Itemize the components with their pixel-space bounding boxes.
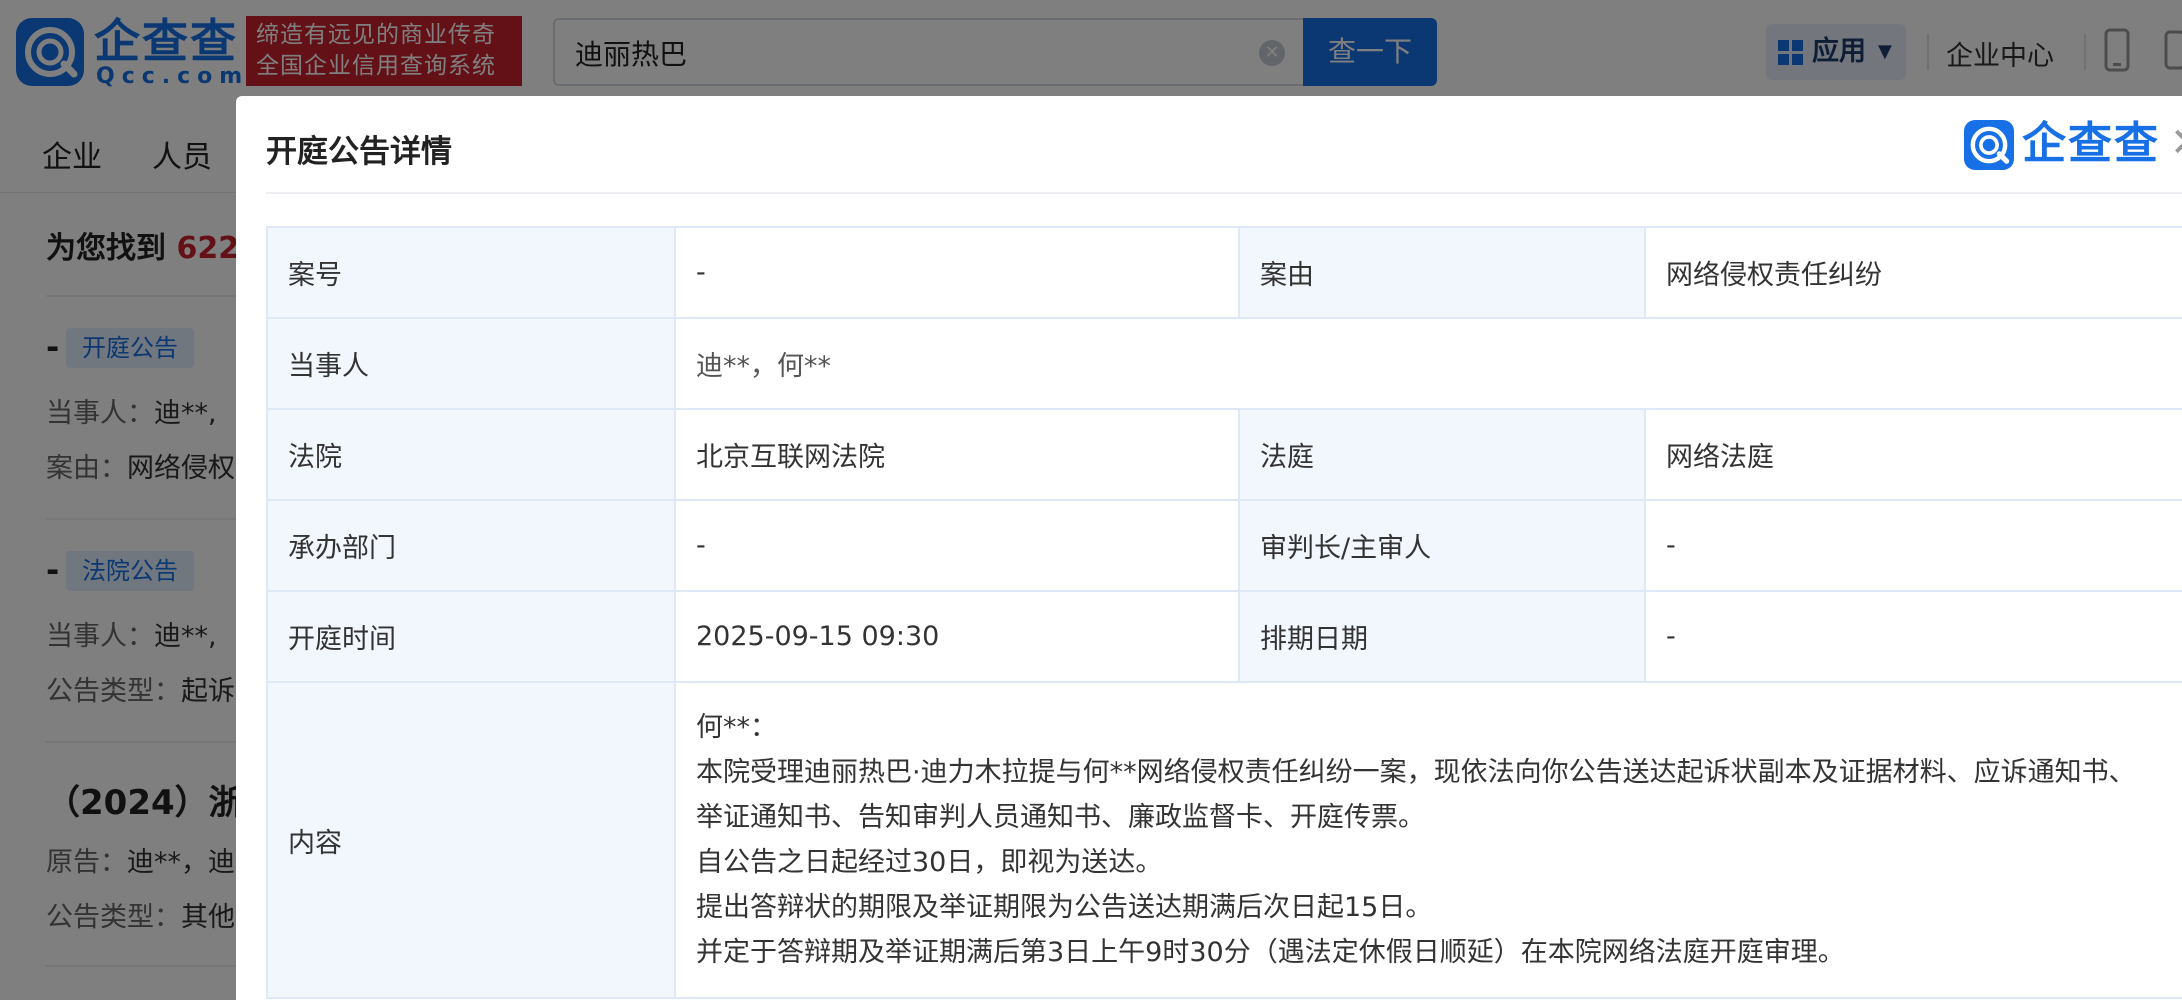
table-row: 案号 - 案由 网络侵权责任纠纷 (266, 226, 2182, 319)
table-row: 开庭时间 2025-09-15 09:30 排期日期 - (266, 590, 2182, 683)
case-no-label: 案号 (266, 226, 676, 319)
schedule-date-value: - (1644, 590, 2182, 683)
content-line: 本院受理迪丽热巴·迪力木拉提与何**网络侵权责任纠纷一案，现依法向你公告送达起诉… (696, 757, 2136, 788)
hearing-notice-modal: 开庭公告详情 企查查 ✕ 案号 - 案由 网络侵权责任纠纷 当事人 迪**，何*… (236, 96, 2182, 1000)
court-value: 北京互联网法院 (674, 408, 1240, 501)
hearing-time-value: 2025-09-15 09:30 (674, 590, 1240, 683)
cause-value: 网络侵权责任纠纷 (1644, 226, 2182, 319)
table-row: 承办部门 - 审判长/主审人 - (266, 499, 2182, 592)
case-no-value: - (674, 226, 1240, 319)
tribunal-value: 网络法庭 (1644, 408, 2182, 501)
dept-label: 承办部门 (266, 499, 676, 592)
modal-title: 开庭公告详情 (266, 134, 452, 170)
parties-value: 迪**，何** (674, 317, 2182, 410)
content-line: 提出答辩状的期限及举证期限为公告送达期满后次日起15日。 (696, 892, 1433, 923)
dept-value: - (674, 499, 1240, 592)
table-row: 当事人 迪**，何** (266, 317, 2182, 410)
tribunal-label: 法庭 (1238, 408, 1646, 501)
content-value: 何**： 本院受理迪丽热巴·迪力木拉提与何**网络侵权责任纠纷一案，现依法向你公… (674, 681, 2182, 999)
hearing-time-label: 开庭时间 (266, 590, 676, 683)
court-label: 法院 (266, 408, 676, 501)
content-line: 举证通知书、告知审判人员通知书、廉政监督卡、开庭传票。 (696, 802, 1425, 833)
close-icon[interactable]: ✕ (2170, 118, 2182, 168)
schedule-date-label: 排期日期 (1238, 590, 1646, 683)
qcc-logo-icon (1964, 120, 2014, 170)
parties-label: 当事人 (266, 317, 676, 410)
content-line: 何**： (696, 712, 777, 743)
modal-brand: 企查查 (2022, 118, 2160, 169)
content-line: 自公告之日起经过30日，即视为送达。 (696, 847, 1163, 878)
modal-divider (266, 192, 2182, 194)
judge-value: - (1644, 499, 2182, 592)
cause-label: 案由 (1238, 226, 1646, 319)
judge-label: 审判长/主审人 (1238, 499, 1646, 592)
detail-table: 案号 - 案由 网络侵权责任纠纷 当事人 迪**，何** 法院 北京互联网法院 … (266, 226, 2182, 999)
table-row: 法院 北京互联网法院 法庭 网络法庭 (266, 408, 2182, 501)
content-line: 并定于答辩期及举证期满后第3日上午9时30分（遇法定休假日顺延）在本院网络法庭开… (696, 937, 1845, 968)
table-row: 内容 何**： 本院受理迪丽热巴·迪力木拉提与何**网络侵权责任纠纷一案，现依法… (266, 681, 2182, 999)
content-label: 内容 (266, 681, 676, 999)
